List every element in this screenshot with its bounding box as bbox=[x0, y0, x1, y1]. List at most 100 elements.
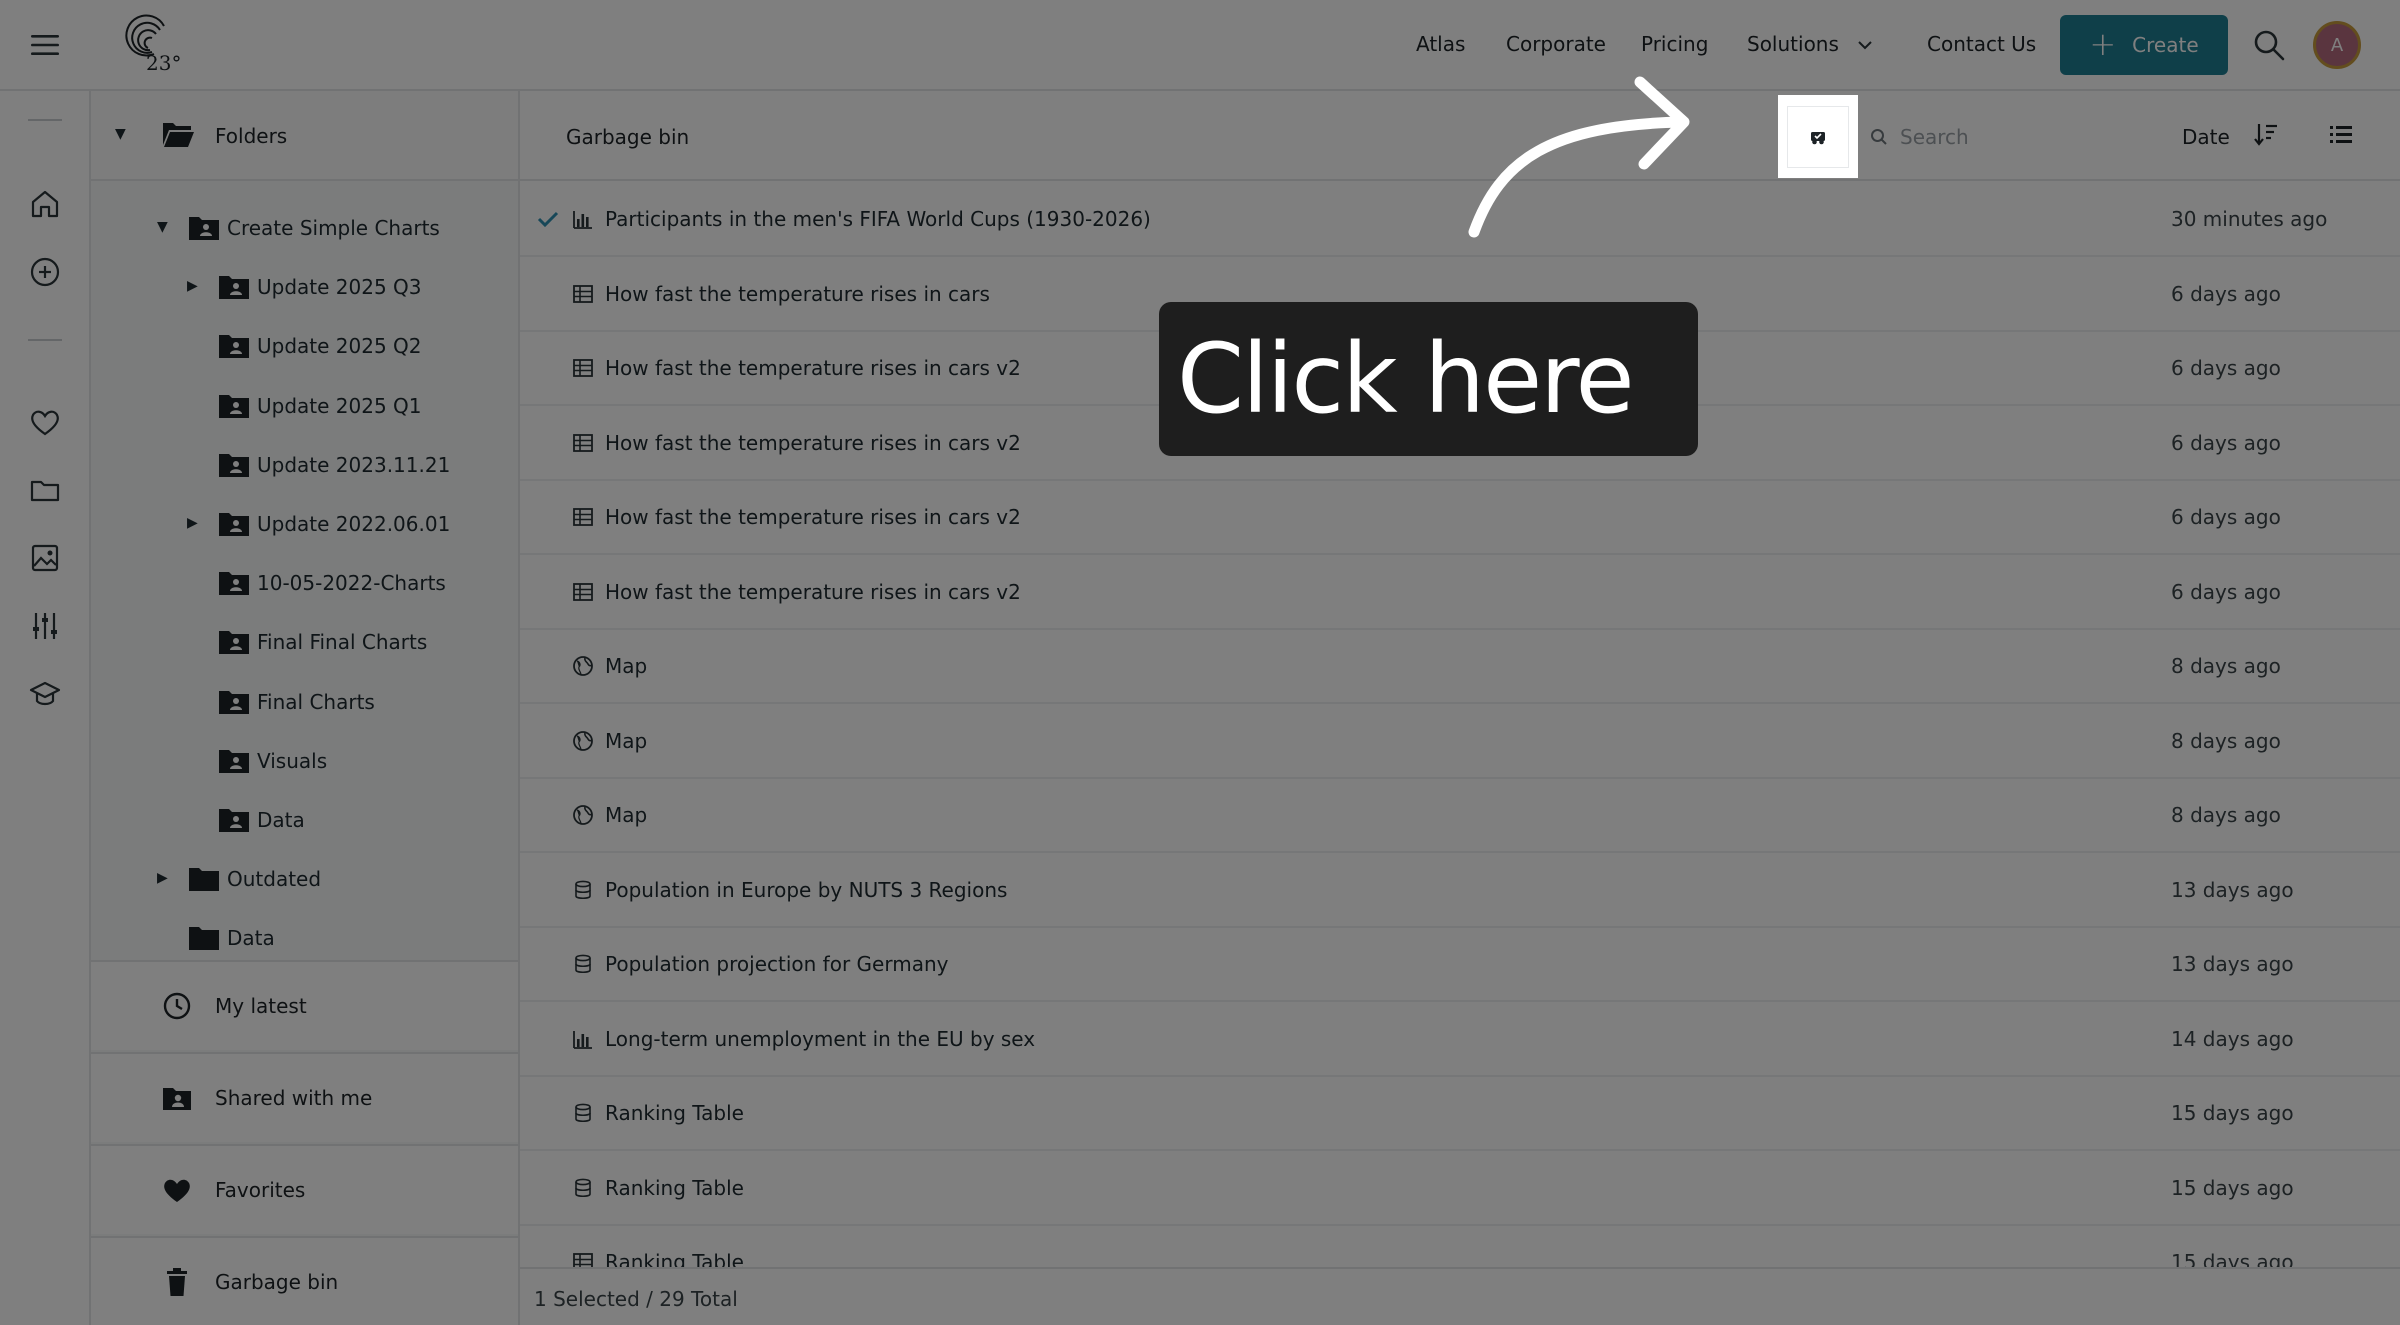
item-title: Ranking Table bbox=[605, 1175, 744, 1200]
image-icon[interactable] bbox=[28, 541, 62, 575]
list-item[interactable]: Map 8 days ago bbox=[520, 705, 2400, 779]
sliders-icon[interactable] bbox=[28, 609, 62, 643]
sort-label[interactable]: Date bbox=[2182, 125, 2230, 149]
tree-folder-label: Data bbox=[257, 808, 305, 832]
list-item[interactable]: Population in Europe by NUTS 3 Regions 13… bbox=[520, 854, 2400, 928]
plus-icon: + bbox=[2089, 24, 2117, 63]
rail-divider bbox=[28, 119, 62, 121]
shared-folder-icon bbox=[219, 276, 249, 300]
highlighted-restore-button[interactable] bbox=[1778, 95, 1858, 178]
tree-folder-item[interactable]: 10-05-2022-Charts bbox=[217, 563, 446, 603]
caret-right-icon[interactable]: ▶ bbox=[187, 515, 198, 531]
tree-folder-label: Create Simple Charts bbox=[227, 216, 440, 240]
table-icon bbox=[573, 284, 593, 303]
shared-folder-icon bbox=[219, 749, 249, 773]
table-icon bbox=[573, 508, 593, 526]
globe-icon bbox=[573, 656, 593, 676]
icon-rail bbox=[0, 91, 91, 1325]
item-title: Map bbox=[605, 803, 648, 827]
item-timestamp: 8 days ago bbox=[2171, 654, 2281, 678]
menu-icon[interactable] bbox=[28, 28, 62, 62]
table-icon bbox=[573, 359, 593, 377]
list-item[interactable]: Map 8 days ago bbox=[520, 779, 2400, 853]
user-avatar[interactable]: A bbox=[2313, 21, 2361, 69]
folders-header[interactable]: ▼ Folders bbox=[91, 91, 518, 181]
list-item[interactable]: How fast the temperature rises in cars v… bbox=[520, 481, 2400, 555]
table-icon bbox=[573, 433, 593, 452]
item-timestamp: 6 days ago bbox=[2171, 505, 2281, 529]
tree-folder-item[interactable]: Final Charts bbox=[217, 682, 375, 722]
selection-count: 1 Selected / 29 Total bbox=[534, 1287, 738, 1311]
list-item[interactable]: Population projection for Germany 13 days… bbox=[520, 928, 2400, 1002]
list-view-icon[interactable] bbox=[2327, 121, 2355, 149]
checkmark-icon[interactable] bbox=[536, 207, 560, 231]
tree-folder-label: Update 2022.06.01 bbox=[257, 512, 451, 536]
chevron-down-icon[interactable] bbox=[1856, 36, 1874, 54]
caret-down-icon[interactable]: ▼ bbox=[157, 219, 168, 235]
tree-folder-item[interactable]: Update 2025 Q2 bbox=[217, 326, 422, 366]
heart-icon[interactable] bbox=[28, 405, 62, 439]
list-item[interactable]: How fast the temperature rises in cars v… bbox=[520, 556, 2400, 630]
section-shared-with-me[interactable]: Shared with me bbox=[91, 1052, 518, 1142]
item-title: How fast the temperature rises in cars v… bbox=[605, 505, 1021, 529]
nav-corporate[interactable]: Corporate bbox=[1506, 32, 1606, 56]
clock-icon bbox=[163, 992, 191, 1020]
top-bar: 23° Atlas Corporate Pricing Solutions Co… bbox=[0, 0, 2400, 91]
nav-contact-us[interactable]: Contact Us bbox=[1927, 32, 2036, 56]
home-icon[interactable] bbox=[28, 187, 62, 221]
main-panel: Garbage bin Date bbox=[520, 91, 2400, 1325]
item-timestamp: 15 days ago bbox=[2171, 1101, 2294, 1125]
item-timestamp: 13 days ago bbox=[2171, 952, 2294, 976]
tree-folder-label: Update 2025 Q1 bbox=[257, 393, 422, 418]
shared-folder-icon bbox=[219, 809, 249, 832]
tree-folder-item[interactable]: ▶ Outdated bbox=[157, 859, 321, 899]
app-logo[interactable]: 23° bbox=[120, 14, 190, 74]
search-bar[interactable] bbox=[1870, 125, 2140, 149]
section-label: Shared with me bbox=[215, 1086, 373, 1110]
tree-folder-item[interactable]: Data bbox=[187, 918, 275, 958]
database-icon bbox=[575, 954, 591, 974]
caret-right-icon[interactable]: ▶ bbox=[187, 278, 198, 294]
tree-folder-item[interactable]: Visuals bbox=[217, 741, 327, 781]
item-title: How fast the temperature rises in cars v… bbox=[605, 356, 1021, 380]
tree-folder-item[interactable]: Update 2025 Q1 bbox=[217, 386, 422, 426]
section-favorites[interactable]: Favorites bbox=[91, 1144, 518, 1234]
folder-icon[interactable] bbox=[28, 473, 62, 507]
section-my-latest[interactable]: My latest bbox=[91, 960, 518, 1050]
database-icon bbox=[575, 1178, 591, 1197]
tree-folder-label: 10-05-2022-Charts bbox=[257, 571, 446, 596]
globe-icon bbox=[573, 805, 593, 825]
list-item[interactable]: Map 8 days ago bbox=[520, 630, 2400, 704]
rail-divider bbox=[28, 339, 62, 341]
caret-right-icon[interactable]: ▶ bbox=[157, 870, 168, 886]
database-icon bbox=[575, 880, 591, 899]
tree-folder-item[interactable]: ▶ Update 2025 Q3 bbox=[187, 267, 422, 307]
avatar-initial: A bbox=[2330, 34, 2344, 56]
nav-solutions[interactable]: Solutions bbox=[1747, 32, 1839, 56]
search-input[interactable] bbox=[1900, 125, 2140, 149]
folders-title: Folders bbox=[215, 124, 288, 148]
nav-atlas[interactable]: Atlas bbox=[1416, 32, 1465, 56]
list-item[interactable]: Long-term unemployment in the EU by sex 1… bbox=[520, 1003, 2400, 1077]
list-item[interactable]: Ranking Table 15 days ago bbox=[520, 1077, 2400, 1151]
tree-folder-label: Final Final Charts bbox=[257, 630, 428, 655]
tree-folder-item[interactable]: Data bbox=[217, 800, 305, 840]
add-circle-icon[interactable] bbox=[28, 255, 62, 289]
tree-folder-item[interactable]: Update 2023.11.21 bbox=[217, 445, 450, 485]
tree-folder-item[interactable]: ▼ Create Simple Charts bbox=[157, 208, 440, 248]
shared-folder-icon bbox=[219, 631, 249, 655]
tree-folder-label: Final Charts bbox=[257, 689, 375, 714]
section-garbage-bin[interactable]: Garbage bin bbox=[91, 1236, 518, 1325]
tree-folder-item[interactable]: ▶ Update 2022.06.01 bbox=[187, 504, 451, 544]
item-title: Map bbox=[605, 728, 648, 753]
search-icon[interactable] bbox=[2252, 28, 2286, 62]
nav-pricing[interactable]: Pricing bbox=[1641, 32, 1708, 56]
item-timestamp: 30 minutes ago bbox=[2171, 207, 2328, 231]
graduation-cap-icon[interactable] bbox=[28, 677, 62, 711]
tree-folder-item[interactable]: Final Final Charts bbox=[217, 622, 427, 662]
sort-descending-icon[interactable] bbox=[2253, 121, 2279, 147]
list-item[interactable]: Ranking Table 15 days ago bbox=[520, 1152, 2400, 1226]
caret-down-icon[interactable]: ▼ bbox=[115, 126, 126, 142]
create-button[interactable]: + Create bbox=[2060, 15, 2228, 75]
svg-text:23°: 23° bbox=[146, 51, 181, 74]
